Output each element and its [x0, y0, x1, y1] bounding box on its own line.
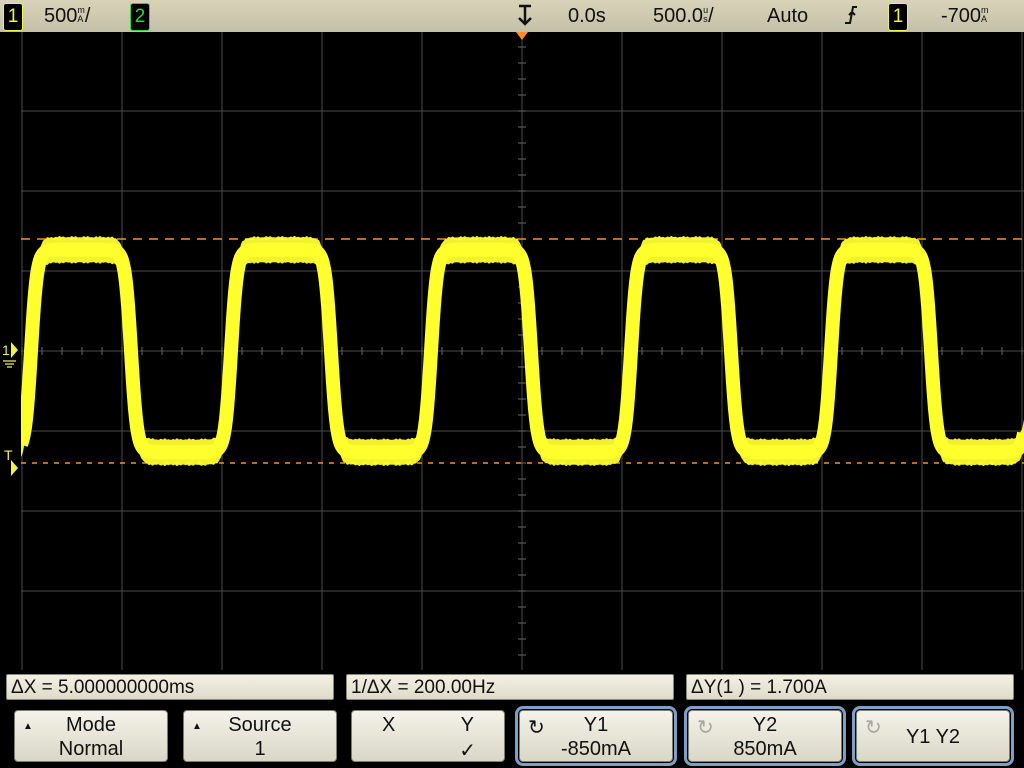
- y2-value: 850mA: [733, 738, 797, 760]
- y1-softkey[interactable]: ↻ Y1 -850mA: [515, 706, 677, 766]
- trigger-position-marker-icon: [516, 32, 528, 40]
- left-marker-strip: 1 T: [2, 342, 18, 476]
- channel1-indicator[interactable]: 1: [3, 3, 23, 31]
- mode-softkey[interactable]: ▲ Mode Normal: [14, 710, 168, 762]
- channel1-number: 1: [7, 6, 19, 27]
- trigger-level-arrow-icon: [11, 460, 18, 476]
- channel1-ground-arrow-icon: [11, 342, 18, 358]
- checkmark-icon: ✓: [459, 740, 476, 762]
- y1-value: -850mA: [560, 738, 632, 760]
- y1-y2-label: Y1 Y2: [905, 726, 961, 748]
- channel1-scale-unit: mA: [77, 5, 85, 24]
- time-scale-value: 500.0: [653, 5, 704, 27]
- trigger-source-indicator[interactable]: 1: [888, 3, 908, 31]
- y1-y2-softkey[interactable]: ↻ Y1 Y2: [852, 706, 1014, 766]
- ground-symbol-icon: [3, 360, 16, 368]
- channel1-scale-value: 500: [44, 5, 78, 27]
- channel2-number: 2: [134, 6, 146, 27]
- channel2-indicator[interactable]: 2: [130, 3, 150, 31]
- time-scale-slash: /: [708, 5, 714, 27]
- softkey-bar: ▲ Mode Normal ▲ Source 1 X Y ✓ ↻ Y1 -850…: [0, 704, 1024, 768]
- rising-edge-icon: [843, 3, 859, 33]
- delta-y-readout: ΔY(1 ) = 1.700A: [686, 674, 1014, 700]
- mode-label: Mode: [65, 714, 117, 736]
- graticule: [21, 32, 1024, 670]
- delta-x-readout: ΔX = 5.000000000ms: [6, 674, 334, 700]
- mode-value: Normal: [58, 738, 124, 760]
- inverse-delta-x-readout: 1/ΔX = 200.00Hz: [346, 674, 674, 700]
- source-softkey[interactable]: ▲ Source 1: [183, 710, 337, 762]
- scope-display[interactable]: [21, 32, 1024, 670]
- trigger-delay-icon: [514, 2, 536, 34]
- trigger-marker: T: [4, 447, 13, 463]
- trigger-level[interactable]: -700 m A: [941, 4, 989, 28]
- channel1-scale[interactable]: 500 m A /: [44, 4, 90, 28]
- xy-softkey[interactable]: X Y ✓: [351, 710, 505, 762]
- source-value: 1: [254, 738, 266, 760]
- trigger-mode[interactable]: Auto: [767, 4, 808, 28]
- y-option: Y: [460, 714, 474, 736]
- channel1-scale-slash: /: [84, 5, 91, 27]
- trigger-source: 1: [892, 6, 904, 27]
- trigger-level-unit: mA: [981, 5, 989, 24]
- time-scale[interactable]: 500.0 u s /: [653, 4, 714, 28]
- y2-softkey[interactable]: ↻ Y2 850mA: [684, 706, 846, 766]
- trigger-level-value: -700: [941, 5, 982, 27]
- x-option: X: [382, 714, 396, 736]
- source-label: Source: [228, 714, 292, 736]
- top-status-bar: 1 500 m A/ 2 0.0s 500.0 u s / Auto 1 -700 m A: [0, 0, 1024, 32]
- y1-label: Y1: [583, 714, 609, 736]
- measurement-status-row: ΔX = 5.000000000ms 1/ΔX = 200.00Hz ΔY(1 …: [0, 672, 1024, 704]
- y2-label: Y2: [752, 714, 778, 736]
- time-delay[interactable]: 0.0s: [568, 4, 606, 28]
- channel1-ground-marker: 1: [2, 342, 10, 358]
